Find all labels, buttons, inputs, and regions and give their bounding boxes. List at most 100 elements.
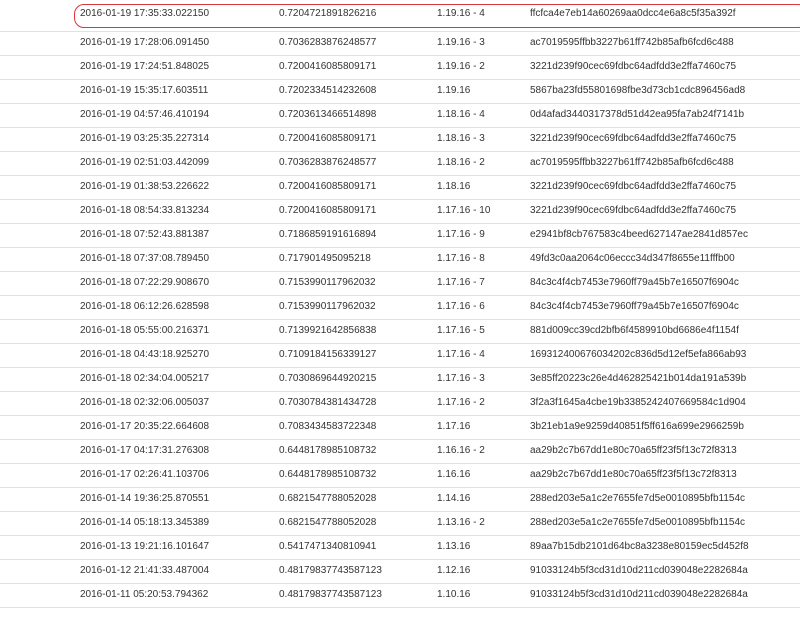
row-version: 1.17.16 - 5: [437, 325, 485, 336]
row-hash: 3221d239f90cec69fdbc64adfdd3e2ffa7460c75: [530, 205, 737, 216]
row-hash: 91033124b5f3cd31d10d211cd039048e2282684a: [530, 565, 748, 576]
row-score: 0.6821547788052028: [279, 493, 377, 504]
table-row[interactable]: 2016-01-18 05:55:00.216371 0.713992164285…: [0, 320, 800, 344]
row-score: 0.7083434583722348: [279, 421, 377, 432]
table-row[interactable]: 2016-01-19 17:28:06.091450 0.703628387624…: [0, 32, 800, 56]
row-version: 1.10.16: [437, 589, 471, 600]
row-date: 2016-01-19 04:57:46.410194: [80, 109, 210, 120]
table-row[interactable]: 2016-01-14 05:18:13.345389 0.682154778805…: [0, 512, 800, 536]
table-row[interactable]: 2016-01-19 15:35:17.603511 0.720233451423…: [0, 80, 800, 104]
row-date: 2016-01-18 07:22:29.908670: [80, 277, 210, 288]
row-version: 1.17.16 - 2: [437, 397, 485, 408]
row-score: 0.48179837743587123: [279, 589, 382, 600]
row-hash: ac7019595ffbb3227b61ff742b85afb6fcd6c488: [530, 37, 734, 48]
table-row[interactable]: 2016-01-19 17:24:51.848025 0.720041608580…: [0, 56, 800, 80]
row-hash: 49fd3c0aa2064c06eccc34d347f8655e11fffb00: [530, 253, 735, 264]
row-hash: ac7019595ffbb3227b61ff742b85afb6fcd6c488: [530, 157, 734, 168]
row-date: 2016-01-14 19:36:25.870551: [80, 493, 210, 504]
row-hash: aa29b2c7b67dd1e80c70a65ff23f5f13c72f8313: [530, 469, 737, 480]
row-hash: 881d009cc39cd2bfb6f4589910bd6686e4f1154f: [530, 325, 739, 336]
row-hash: 0d4afad3440317378d51d42ea95fa7ab24f7141b: [530, 109, 745, 120]
row-version: 1.18.16: [437, 181, 471, 192]
row-score: 0.7200416085809171: [279, 61, 377, 72]
row-hash: 288ed203e5a1c2e7655fe7d5e0010895bfb1154c: [530, 517, 746, 528]
row-version: 1.17.16 - 10: [437, 205, 491, 216]
row-date: 2016-01-19 17:24:51.848025: [80, 61, 210, 72]
row-version: 1.18.16 - 4: [437, 109, 485, 120]
row-hash: 5867ba23fd55801698fbe3d73cb1cdc896456ad8: [530, 85, 746, 96]
table-row[interactable]: 2016-01-19 01:38:53.226622 0.720041608580…: [0, 176, 800, 200]
row-version: 1.12.16: [437, 565, 471, 576]
row-date: 2016-01-18 02:32:06.005037: [80, 397, 210, 408]
row-version: 1.17.16 - 4: [437, 349, 485, 360]
row-hash: 84c3c4f4cb7453e7960ff79a45b7e16507f6904c: [530, 277, 739, 288]
table-row[interactable]: 2016-01-11 05:20:53.794362 0.481798377435…: [0, 584, 800, 608]
row-date: 2016-01-14 05:18:13.345389: [80, 517, 210, 528]
row-hash: 89aa7b15db2101d64bc8a3238e80159ec5d452f8: [530, 541, 749, 552]
row-score: 0.7203613466514898: [279, 109, 377, 120]
row-date: 2016-01-18 04:43:18.925270: [80, 349, 210, 360]
row-date: 2016-01-19 01:38:53.226622: [80, 181, 210, 192]
results-table: 2016-01-19 17:35:33.022150 0.720472189182…: [0, 0, 800, 608]
table-row[interactable]: 2016-01-18 07:22:29.908670 0.715399011796…: [0, 272, 800, 296]
table-row[interactable]: 2016-01-18 02:32:06.005037 0.703078438143…: [0, 392, 800, 416]
table-row[interactable]: 2016-01-18 07:37:08.789450 0.717901495095…: [0, 248, 800, 272]
row-date: 2016-01-17 04:17:31.276308: [80, 445, 210, 456]
row-score: 0.7153990117962032: [279, 277, 376, 288]
row-date: 2016-01-18 08:54:33.813234: [80, 205, 210, 216]
row-version: 1.19.16 - 4: [437, 8, 485, 19]
table-row[interactable]: 2016-01-17 20:35:22.664608 0.708343458372…: [0, 416, 800, 440]
row-version: 1.13.16 - 2: [437, 517, 485, 528]
row-version: 1.17.16 - 8: [437, 253, 485, 264]
table-row[interactable]: 2016-01-18 07:52:43.881387 0.718685919161…: [0, 224, 800, 248]
row-score: 0.7030784381434728: [279, 397, 377, 408]
row-score: 0.48179837743587123: [279, 565, 382, 576]
row-date: 2016-01-13 19:21:16.101647: [80, 541, 210, 552]
row-version: 1.19.16: [437, 85, 471, 96]
row-date: 2016-01-17 02:26:41.103706: [80, 469, 210, 480]
table-row[interactable]: 2016-01-19 17:35:33.022150 0.720472189182…: [0, 0, 800, 32]
table-row[interactable]: 2016-01-19 04:57:46.410194 0.720361346651…: [0, 104, 800, 128]
table-row[interactable]: 2016-01-19 03:25:35.227314 0.720041608580…: [0, 128, 800, 152]
row-hash: 3e85ff20223c26e4d462825421b014da191a539b: [530, 373, 747, 384]
row-score: 0.7200416085809171: [279, 133, 377, 144]
row-hash: 169312400676034202c836d5d12ef5efa866ab93: [530, 349, 747, 360]
row-version: 1.13.16: [437, 541, 471, 552]
row-version: 1.18.16 - 2: [437, 157, 485, 168]
row-date: 2016-01-19 17:35:33.022150: [80, 8, 210, 19]
row-hash: ffcfca4e7eb14a60269aa0dcc4e6a8c5f35a392f: [530, 8, 736, 19]
row-score: 0.717901495095218: [279, 253, 371, 264]
row-hash: aa29b2c7b67dd1e80c70a65ff23f5f13c72f8313: [530, 445, 737, 456]
row-hash: 288ed203e5a1c2e7655fe7d5e0010895bfb1154c: [530, 493, 746, 504]
row-score: 0.7186859191616894: [279, 229, 377, 240]
row-score: 0.7139921642856838: [279, 325, 377, 336]
table-row[interactable]: 2016-01-17 02:26:41.103706 0.644817898510…: [0, 464, 800, 488]
row-score: 0.5417471340810941: [279, 541, 377, 552]
table-row[interactable]: 2016-01-19 02:51:03.442099 0.703628387624…: [0, 152, 800, 176]
row-score: 0.7153990117962032: [279, 301, 376, 312]
table-row[interactable]: 2016-01-12 21:41:33.487004 0.481798377435…: [0, 560, 800, 584]
row-score: 0.7036283876248577: [279, 157, 377, 168]
row-version: 1.17.16: [437, 421, 471, 432]
table-row[interactable]: 2016-01-18 08:54:33.813234 0.720041608580…: [0, 200, 800, 224]
row-date: 2016-01-17 20:35:22.664608: [80, 421, 210, 432]
row-version: 1.14.16: [437, 493, 471, 504]
row-version: 1.17.16 - 7: [437, 277, 485, 288]
row-hash: 84c3c4f4cb7453e7960ff79a45b7e16507f6904c: [530, 301, 739, 312]
table-row[interactable]: 2016-01-14 19:36:25.870551 0.682154778805…: [0, 488, 800, 512]
row-score: 0.7200416085809171: [279, 181, 377, 192]
row-score: 0.7200416085809171: [279, 205, 377, 216]
row-hash: 3221d239f90cec69fdbc64adfdd3e2ffa7460c75: [530, 133, 737, 144]
table-row[interactable]: 2016-01-18 02:34:04.005217 0.703086964492…: [0, 368, 800, 392]
row-version: 1.17.16 - 3: [437, 373, 485, 384]
row-score: 0.7109184156339127: [279, 349, 377, 360]
table-row[interactable]: 2016-01-13 19:21:16.101647 0.541747134081…: [0, 536, 800, 560]
row-version: 1.19.16 - 3: [437, 37, 485, 48]
row-date: 2016-01-18 07:37:08.789450: [80, 253, 210, 264]
table-row[interactable]: 2016-01-18 06:12:26.628598 0.715399011796…: [0, 296, 800, 320]
row-score: 0.6448178985108732: [279, 445, 377, 456]
table-row[interactable]: 2016-01-18 04:43:18.925270 0.710918415633…: [0, 344, 800, 368]
table-row[interactable]: 2016-01-17 04:17:31.276308 0.644817898510…: [0, 440, 800, 464]
row-score: 0.7204721891826216: [279, 8, 377, 19]
row-score: 0.7202334514232608: [279, 85, 377, 96]
